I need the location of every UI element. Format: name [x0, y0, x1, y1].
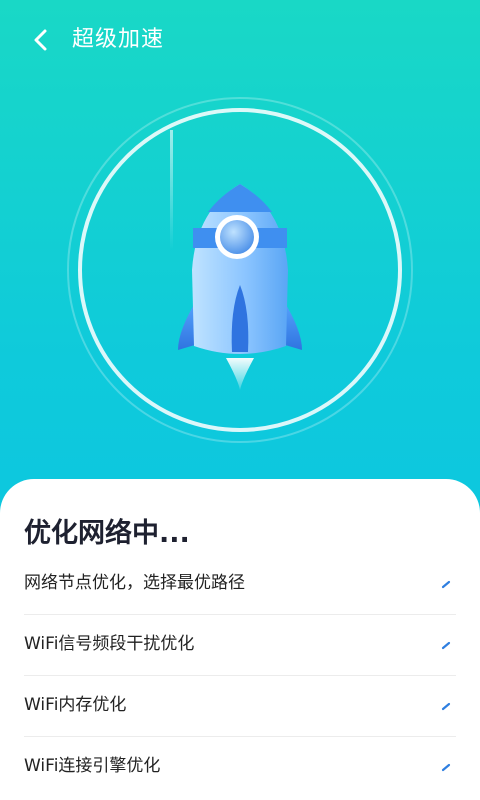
page-title: 超级加速 — [72, 27, 165, 52]
loading-tick-icon — [441, 641, 451, 650]
rocket-icon — [178, 184, 302, 390]
list-item: 网络节点优化，选择最优路径 — [24, 554, 456, 615]
list-item: WiFi连接引擎优化 — [24, 737, 456, 798]
item-label: WiFi内存优化 — [24, 695, 127, 715]
loading-tick-icon — [441, 702, 451, 711]
item-label: WiFi信号频段干扰优化 — [24, 634, 195, 654]
list-item: WiFi信号频段干扰优化 — [24, 615, 456, 676]
list-item: WiFi内存优化 — [24, 676, 456, 737]
back-button[interactable] — [26, 24, 56, 56]
loading-tick-icon — [441, 580, 451, 589]
loading-tick-icon — [441, 763, 451, 772]
item-label: 网络节点优化，选择最优路径 — [24, 573, 245, 593]
item-label: WiFi连接引擎优化 — [24, 756, 161, 776]
header-bar: 超级加速 — [0, 0, 480, 80]
chevron-left-icon — [34, 29, 47, 51]
optimizing-title: 优化网络中... — [24, 518, 190, 549]
rocket-animation — [0, 80, 480, 480]
